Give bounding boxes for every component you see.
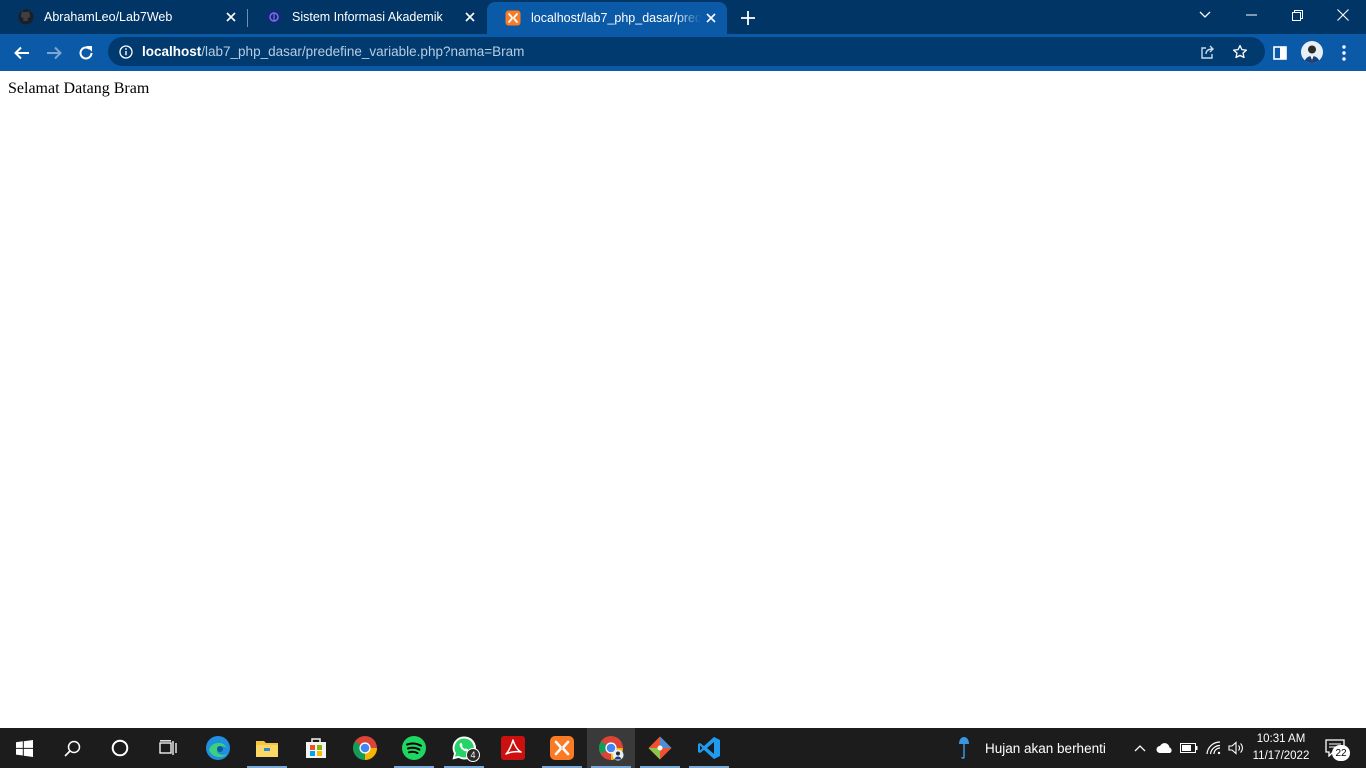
side-panel-button[interactable] — [1266, 39, 1294, 67]
tab-github[interactable]: AbrahamLeo/Lab7Web — [0, 0, 247, 34]
close-icon[interactable] — [701, 8, 721, 28]
more-vert-icon — [1342, 45, 1346, 61]
notification-center-button[interactable]: 22 — [1322, 736, 1350, 761]
bookmark-star-icon[interactable] — [1229, 41, 1251, 63]
xampp-icon — [505, 10, 521, 26]
weather-text: Hujan akan berhenti — [985, 740, 1106, 756]
minimize-button[interactable] — [1228, 0, 1274, 30]
taskbar-chrome[interactable] — [341, 728, 389, 768]
arrow-left-icon — [14, 46, 29, 60]
notification-count: 22 — [1332, 745, 1350, 761]
side-panel-icon — [1273, 46, 1287, 60]
store-icon — [306, 738, 326, 758]
browser-toolbar: localhost/lab7_php_dasar/predefine_varia… — [0, 34, 1366, 71]
tab-title: localhost/lab7_php_dasar/predefine_varia… — [531, 11, 701, 25]
new-tab-button[interactable] — [737, 7, 759, 29]
spotify-icon — [402, 736, 426, 760]
search-icon — [63, 740, 80, 757]
battery-icon[interactable] — [1179, 738, 1199, 758]
close-window-button[interactable] — [1320, 0, 1366, 30]
menu-button[interactable] — [1330, 39, 1358, 67]
greeting-text: Selamat Datang Bram — [8, 80, 150, 97]
chrome-profile-icon — [599, 736, 624, 761]
restore-button[interactable] — [1274, 0, 1320, 30]
taskbar-acrobat[interactable] — [489, 728, 537, 768]
start-icon — [15, 739, 33, 757]
close-icon — [1337, 9, 1349, 21]
file-explorer-icon — [256, 741, 278, 757]
cortana-button[interactable] — [96, 728, 144, 768]
reload-button[interactable] — [72, 39, 100, 67]
chevron-up-icon — [1134, 745, 1146, 752]
url-host: localhost — [142, 44, 202, 59]
tab-search-button[interactable] — [1182, 0, 1228, 30]
address-bar[interactable]: localhost/lab7_php_dasar/predefine_varia… — [108, 37, 1265, 66]
wifi-icon[interactable] — [1204, 738, 1224, 758]
umbrella-icon — [956, 736, 972, 760]
chrome-icon — [353, 736, 377, 760]
back-button[interactable] — [8, 39, 36, 67]
edge-icon — [206, 736, 230, 760]
taskbar-spotify[interactable] — [390, 728, 438, 768]
taskbar-store[interactable] — [292, 728, 340, 768]
cortana-icon — [111, 739, 129, 757]
forward-button[interactable] — [40, 39, 68, 67]
taskbar-vscode[interactable] — [685, 728, 733, 768]
tab-localhost-active[interactable]: localhost/lab7_php_dasar/predefine_varia… — [487, 2, 727, 34]
weather-widget[interactable]: Hujan akan berhenti — [956, 728, 1106, 768]
search-button[interactable] — [48, 728, 96, 768]
vscode-icon — [698, 737, 720, 759]
taskbar-git[interactable] — [636, 728, 684, 768]
xampp-icon — [550, 736, 574, 760]
plus-icon — [741, 11, 755, 25]
restore-icon — [1291, 9, 1303, 21]
onedrive-icon[interactable] — [1155, 738, 1175, 758]
tab-title: AbrahamLeo/Lab7Web — [44, 10, 173, 24]
chevron-down-icon — [1199, 11, 1211, 18]
share-icon[interactable] — [1197, 41, 1219, 63]
clock-time: 10:31 AM — [1256, 733, 1306, 745]
tab-title: Sistem Informasi Akademik — [292, 10, 443, 24]
close-icon[interactable] — [221, 7, 241, 27]
minimize-icon — [1245, 14, 1257, 16]
url-text: localhost/lab7_php_dasar/predefine_varia… — [142, 44, 524, 59]
info-icon[interactable] — [118, 44, 134, 60]
volume-icon[interactable] — [1226, 738, 1246, 758]
task-view-button[interactable] — [144, 728, 192, 768]
task-view-icon — [159, 740, 177, 755]
tab-strip: AbrahamLeo/Lab7Web Sistem Informasi Akad… — [0, 0, 1366, 34]
github-icon — [18, 9, 34, 25]
windows-taskbar: 4 Hujan akan berhenti 10:31 AM 11/17/202… — [0, 728, 1366, 768]
profile-avatar[interactable] — [1301, 41, 1323, 63]
taskbar-file-explorer[interactable] — [243, 728, 291, 768]
close-icon[interactable] — [460, 7, 480, 27]
acrobat-icon — [501, 736, 525, 760]
page-content: Selamat Datang Bram — [0, 71, 1366, 728]
taskbar-chrome-profile[interactable] — [587, 728, 635, 768]
reload-icon — [79, 46, 93, 60]
taskbar-xampp[interactable] — [538, 728, 586, 768]
clock-date: 11/17/2022 — [1252, 750, 1310, 762]
url-path: /lab7_php_dasar/predefine_variable.php?n… — [201, 44, 525, 59]
tab-siakad[interactable]: Sistem Informasi Akademik — [248, 0, 486, 34]
tray-overflow-button[interactable] — [1130, 738, 1150, 758]
university-logo-icon — [266, 9, 282, 25]
whatsapp-badge: 4 — [466, 748, 480, 762]
start-button[interactable] — [0, 728, 48, 768]
taskbar-edge[interactable] — [194, 728, 242, 768]
git-icon — [648, 736, 672, 760]
taskbar-whatsapp[interactable]: 4 — [440, 728, 488, 768]
arrow-right-icon — [47, 46, 62, 60]
taskbar-clock[interactable]: 10:31 AM 11/17/2022 — [1246, 731, 1316, 765]
